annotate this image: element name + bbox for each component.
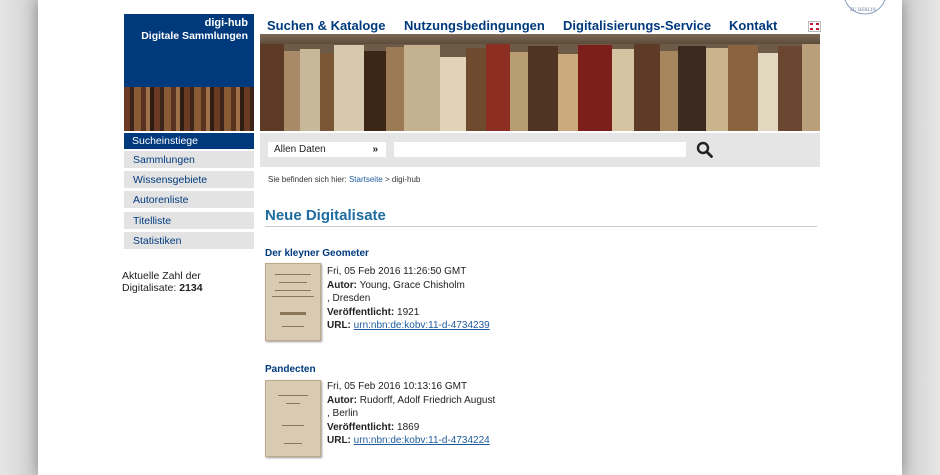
entry-url-line: URL: urn:nbn:de:kobv:11-d-4734224 xyxy=(327,434,495,448)
search-bar: Allen Daten » xyxy=(260,133,820,167)
search-icon[interactable] xyxy=(696,141,713,158)
url-label: URL: xyxy=(327,435,351,446)
entry-published-line: Veröffentlicht: 1921 xyxy=(327,306,490,320)
search-scope-select[interactable]: Allen Daten » xyxy=(268,142,386,157)
top-navigation: Suchen & Kataloge Nutzungsbedingungen Di… xyxy=(264,18,819,34)
author-label: Autor: xyxy=(327,394,357,406)
entry-place: , Dresden xyxy=(327,293,371,304)
logo-books-image xyxy=(124,87,254,131)
entry-title[interactable]: Der kleyner Geometer xyxy=(265,248,369,259)
breadcrumb-prefix: Sie befinden sich hier: xyxy=(268,175,347,184)
background-right xyxy=(902,0,940,475)
entry-url-line: URL: urn:nbn:de:kobv:11-d-4734239 xyxy=(327,319,490,333)
page: ZU BERLIN digi-hub Digitale Sammlungen S… xyxy=(38,0,902,475)
uk-flag-icon[interactable] xyxy=(808,21,821,32)
sidebar-item-autorenliste[interactable]: Autorenliste xyxy=(124,191,254,209)
published-label: Veröffentlicht: xyxy=(327,421,395,433)
search-input[interactable] xyxy=(394,142,686,157)
sidebar-item-statistiken[interactable]: Statistiken xyxy=(124,232,254,250)
breadcrumb-separator: > xyxy=(384,175,390,184)
published-label: Veröffentlicht: xyxy=(327,306,395,318)
entry-metadata: Fri, 05 Feb 2016 10:13:16 GMT Autor: Rud… xyxy=(327,380,495,448)
entry-date: Fri, 05 Feb 2016 11:26:50 GMT xyxy=(327,266,467,277)
breadcrumb: Sie befinden sich hier: Startseite > dig… xyxy=(268,175,420,184)
url-label: URL: xyxy=(327,320,351,331)
search-scope-value: Allen Daten xyxy=(274,144,326,155)
entry-url-link[interactable]: urn:nbn:de:kobv:11-d-4734224 xyxy=(354,435,490,446)
sidebar-item-sammlungen[interactable]: Sammlungen xyxy=(124,151,254,169)
author-label: Autor: xyxy=(327,279,357,291)
entry-author-line: Autor: Rudorff, Adolf Friedrich August xyxy=(327,394,495,408)
entry-date: Fri, 05 Feb 2016 10:13:16 GMT xyxy=(327,381,468,392)
site-logo-block[interactable]: digi-hub Digitale Sammlungen xyxy=(124,14,254,131)
sidebar-item-sucheinstiege[interactable]: Sucheinstiege xyxy=(124,133,254,149)
entry-url-link[interactable]: urn:nbn:de:kobv:11-d-4734239 xyxy=(354,320,490,331)
sidebar-item-titelliste[interactable]: Titelliste xyxy=(124,212,254,230)
chevron-down-icon: » xyxy=(372,144,378,155)
title-divider xyxy=(265,226,817,227)
entry-published: 1869 xyxy=(397,421,420,433)
count-value: 2134 xyxy=(179,282,203,294)
entry-published: 1921 xyxy=(397,306,420,318)
digitalisate-count: Aktuelle Zahl der Digitalisate: 2134 xyxy=(122,270,252,294)
site-title: digi-hub xyxy=(204,17,248,29)
entry-metadata: Fri, 05 Feb 2016 11:26:50 GMT Autor: You… xyxy=(327,265,490,333)
entry-thumbnail[interactable] xyxy=(265,263,321,341)
nav-kontakt[interactable]: Kontakt xyxy=(729,18,777,33)
entry-thumbnail[interactable] xyxy=(265,380,321,457)
breadcrumb-home-link[interactable]: Startseite xyxy=(349,175,383,184)
entry-published-line: Veröffentlicht: 1869 xyxy=(327,421,495,435)
nav-suchen-kataloge[interactable]: Suchen & Kataloge xyxy=(267,18,385,33)
entry-place: , Berlin xyxy=(327,408,359,419)
nav-nutzungsbedingungen[interactable]: Nutzungsbedingungen xyxy=(404,18,545,33)
entry-author: Young, Grace Chisholm xyxy=(359,279,465,291)
breadcrumb-current: digi-hub xyxy=(391,175,421,184)
nav-digitalisierungs-service[interactable]: Digitalisierungs-Service xyxy=(563,18,711,33)
site-subtitle: Digitale Sammlungen xyxy=(141,30,248,42)
bookshelf-banner xyxy=(260,34,820,131)
entry-author: Rudorff, Adolf Friedrich August xyxy=(359,394,496,406)
university-seal-icon: ZU BERLIN xyxy=(844,0,886,15)
svg-text:ZU BERLIN: ZU BERLIN xyxy=(850,8,876,13)
entry-title[interactable]: Pandecten xyxy=(265,364,316,375)
entry-author-line: Autor: Young, Grace Chisholm xyxy=(327,279,490,293)
sidebar-item-wissensgebiete[interactable]: Wissensgebiete xyxy=(124,171,254,189)
page-content: ZU BERLIN digi-hub Digitale Sammlungen S… xyxy=(122,0,886,475)
background-left xyxy=(0,0,38,475)
page-title: Neue Digitalisate xyxy=(265,207,386,224)
